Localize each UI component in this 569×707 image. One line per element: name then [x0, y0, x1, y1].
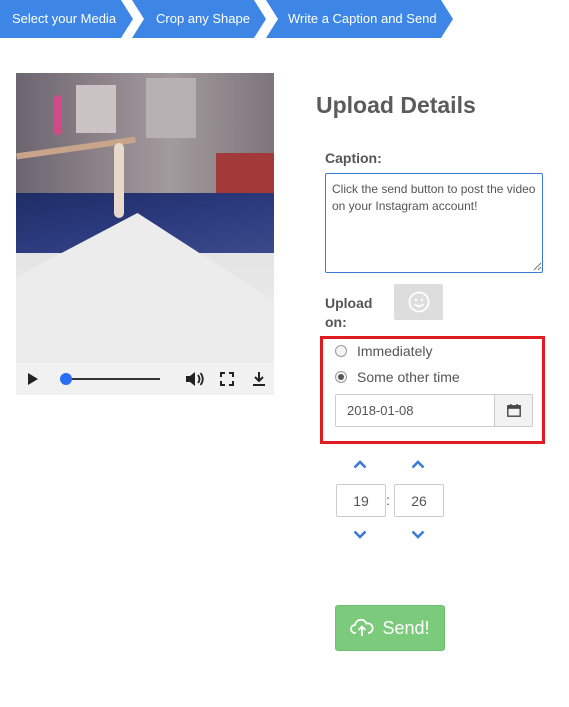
- hour-down-chevron-icon[interactable]: [352, 528, 368, 540]
- time-separator: :: [386, 492, 390, 508]
- radio-button-checked[interactable]: [335, 371, 347, 383]
- download-icon[interactable]: [250, 363, 268, 395]
- seek-handle[interactable]: [60, 373, 72, 385]
- seek-bar[interactable]: [64, 378, 160, 380]
- radio-button[interactable]: [335, 345, 347, 357]
- step-write-caption[interactable]: Write a Caption and Send: [266, 0, 453, 38]
- video-scene-equipment: [216, 153, 274, 193]
- date-picker: [335, 394, 533, 427]
- volume-icon[interactable]: [184, 363, 206, 395]
- radio-some-other-time[interactable]: Some other time: [335, 367, 460, 387]
- upload-on-label: Upload on:: [325, 295, 373, 330]
- video-player: [16, 73, 274, 395]
- caption-label: Caption:: [325, 150, 382, 166]
- calendar-button[interactable]: [494, 395, 532, 426]
- step-crop-shape[interactable]: Crop any Shape: [132, 0, 266, 38]
- video-scene-window: [76, 85, 116, 133]
- smiley-icon: [408, 291, 429, 313]
- send-button[interactable]: Send!: [335, 605, 445, 651]
- step-select-media[interactable]: Select your Media: [0, 0, 133, 38]
- hour-input[interactable]: [336, 484, 386, 517]
- radio-some-other-time-label: Some other time: [357, 369, 460, 385]
- emoji-button[interactable]: [394, 284, 443, 320]
- radio-immediately[interactable]: Immediately: [335, 341, 432, 361]
- video-scene-gymnast: [54, 95, 62, 135]
- minute-up-chevron-icon[interactable]: [410, 458, 426, 470]
- minute-down-chevron-icon[interactable]: [410, 528, 426, 540]
- steps-bar: Select your Media Crop any Shape Write a…: [0, 0, 569, 38]
- resize-grip-icon[interactable]: [533, 262, 542, 271]
- send-button-label: Send!: [382, 617, 430, 638]
- hour-up-chevron-icon[interactable]: [352, 458, 368, 470]
- page-title: Upload Details: [316, 92, 476, 118]
- video-frame[interactable]: [16, 73, 274, 363]
- minute-input[interactable]: [394, 484, 444, 517]
- caption-input[interactable]: Click the send button to post the video …: [325, 173, 543, 273]
- play-icon[interactable]: [24, 363, 42, 395]
- date-input[interactable]: [336, 395, 494, 426]
- calendar-icon: [506, 404, 521, 417]
- fullscreen-icon[interactable]: [218, 363, 236, 395]
- video-controls: [16, 363, 274, 395]
- video-scene-gymnast: [114, 143, 124, 218]
- radio-immediately-label: Immediately: [357, 343, 433, 359]
- cloud-upload-icon: [350, 619, 375, 636]
- video-scene-window: [146, 78, 196, 138]
